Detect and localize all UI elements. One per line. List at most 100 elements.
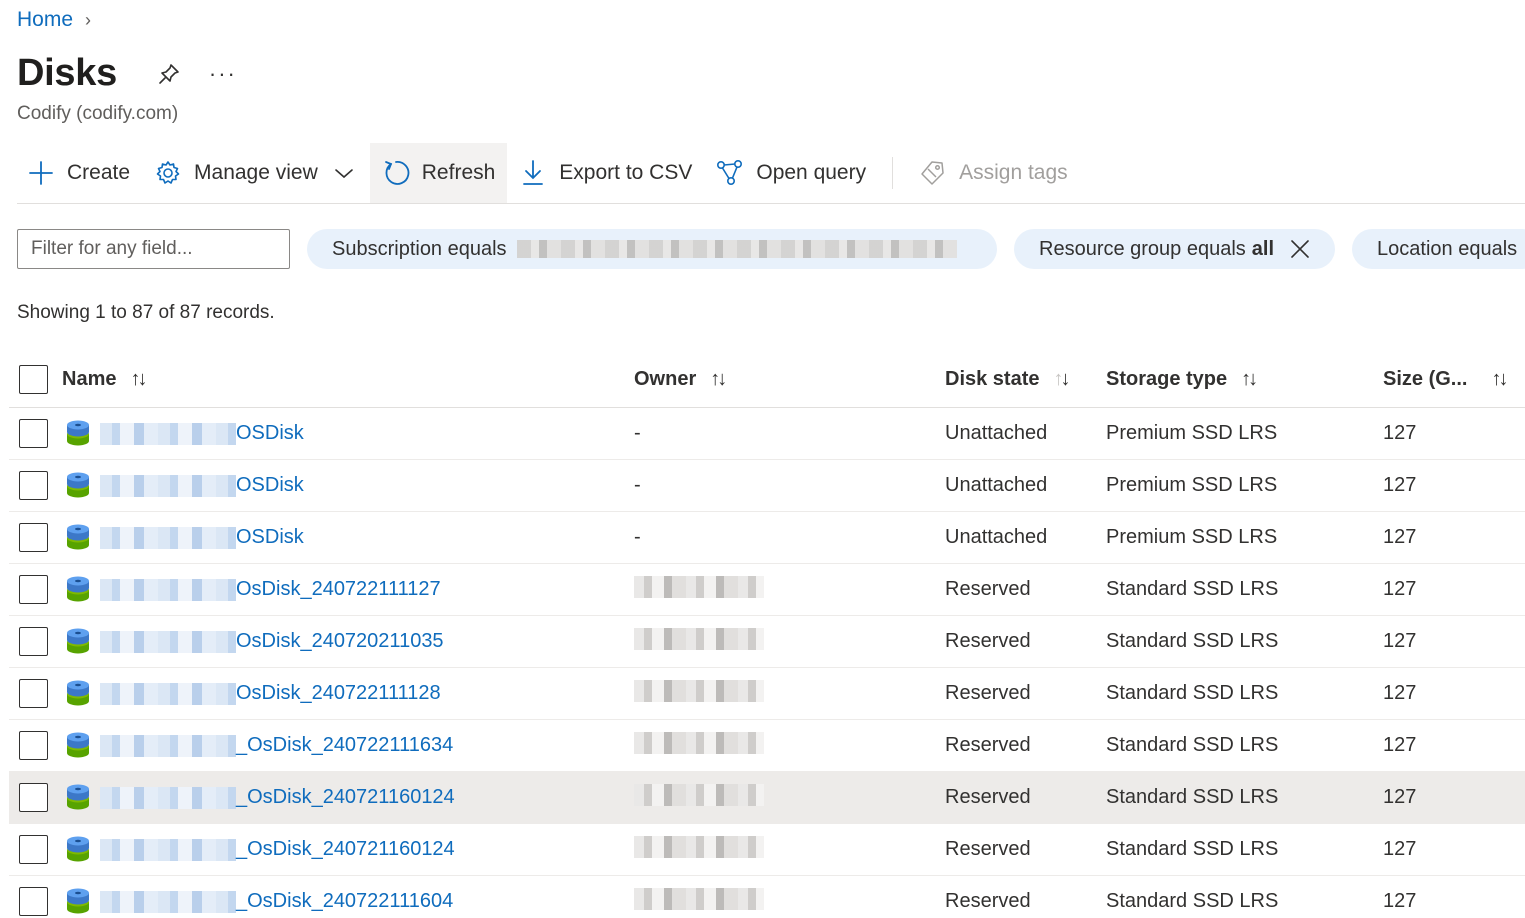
storage-type-cell: Standard SSD LRS [1106,630,1279,652]
column-header-disk-state[interactable]: Disk state ↑↓ [945,368,1071,391]
records-count: Showing 1 to 87 of 87 records. [17,302,275,323]
disk-name-link[interactable]: _OsDisk_240721160124 [236,786,455,809]
disk-icon [64,420,92,448]
disk-icon [64,472,92,500]
size-cell: 127 [1383,578,1417,600]
refresh-button[interactable]: Refresh [369,143,508,203]
pin-icon[interactable] [155,60,183,88]
disk-name-link[interactable]: _OsDisk_240721160124 [236,838,455,861]
column-header-name[interactable]: Name ↑↓ [62,368,147,391]
disk-name-link[interactable]: OsDisk_240720211035 [236,630,444,653]
disk-name-link[interactable]: OSDisk [236,526,304,549]
assign-tags-button[interactable]: Assign tags [907,143,1080,203]
size-cell: 127 [1383,890,1417,912]
sort-icon[interactable]: ↑↓ [1241,368,1258,391]
command-bar: Create Manage view Refresh Export to CSV… [17,143,1525,204]
disk-name-link[interactable]: OsDisk_240722111128 [236,682,441,705]
storage-type-cell: Standard SSD LRS [1106,786,1279,808]
chevron-down-icon [330,159,358,187]
row-checkbox[interactable] [19,471,48,500]
table-row[interactable]: OsDisk_240722111128 Reserved Standard SSD … [9,668,1525,720]
more-icon[interactable]: ··· [209,62,237,85]
manage-view-button[interactable]: Manage view [142,143,370,203]
sort-icon[interactable]: ↑↓ [1054,368,1071,391]
open-query-button[interactable]: Open query [704,143,878,203]
manage-view-label: Manage view [194,161,318,184]
table-row[interactable]: _OsDisk_240721160124 Reserved Standard SSD… [9,824,1525,876]
plus-icon [27,159,55,187]
chevron-right-icon: › [85,9,92,30]
name-cell: OsDisk_240722111127 [64,576,441,604]
location-filter-pill[interactable]: Location equals [1352,229,1525,269]
table-row[interactable]: OSDisk - Unattached Premium SSD LRS 127 [9,460,1525,512]
name-redacted [100,526,236,549]
select-all-checkbox[interactable] [19,365,48,394]
column-header-storage-type[interactable]: Storage type ↑↓ [1106,368,1258,391]
owner-redacted [634,731,764,754]
column-header-size[interactable]: Size (G... ↑↓ [1383,368,1508,391]
disk-name-link[interactable]: _OsDisk_240722111634 [236,734,453,757]
storage-type-cell: Standard SSD LRS [1106,682,1279,704]
create-label: Create [67,161,131,184]
close-icon[interactable] [1290,239,1310,259]
resource-group-filter-value: all [1251,237,1275,260]
disk-name-link[interactable]: OsDisk_240722111127 [236,578,441,601]
owner-redacted [634,627,764,650]
disk-name-link[interactable]: OSDisk [236,474,304,497]
location-filter-label: Location equals [1377,237,1518,260]
table-row[interactable]: OsDisk_240720211035 Reserved Standard SSD … [9,616,1525,668]
row-checkbox[interactable] [19,783,48,812]
sort-icon[interactable]: ↑↓ [130,368,147,391]
breadcrumb-home-link[interactable]: Home [17,8,73,32]
filter-input[interactable] [17,229,290,269]
name-redacted [100,474,236,497]
table-row[interactable]: _OsDisk_240722111634 Reserved Standard SSD… [9,720,1525,772]
disk-name-link[interactable]: _OsDisk_240722111604 [236,890,453,913]
export-csv-button[interactable]: Export to CSV [507,143,704,203]
name-redacted [100,786,236,809]
title-row: Disks ··· [17,52,237,95]
table-row[interactable]: OsDisk_240722111127 Reserved Standard SSD … [9,564,1525,616]
storage-type-cell: Standard SSD LRS [1106,890,1279,912]
resource-group-filter-pill[interactable]: Resource group equals all [1014,229,1336,269]
create-button[interactable]: Create [17,143,142,203]
row-checkbox[interactable] [19,887,48,916]
table-row[interactable]: _OsDisk_240721160124 Reserved Standard SSD… [9,772,1525,824]
disk-name-link[interactable]: OSDisk [236,422,304,445]
owner-redacted [634,835,764,858]
sort-icon[interactable]: ↑↓ [710,368,727,391]
sort-icon[interactable]: ↑↓ [1491,368,1508,391]
name-redacted [100,422,236,445]
page-title: Disks [17,52,117,94]
name-redacted [100,890,236,913]
row-checkbox[interactable] [19,835,48,864]
row-checkbox[interactable] [19,679,48,708]
subscription-filter-pill[interactable]: Subscription equals [307,229,997,269]
owner-cell [634,783,764,812]
name-redacted [100,838,236,861]
row-checkbox[interactable] [19,575,48,604]
open-query-label: Open query [756,161,867,184]
storage-type-cell: Premium SSD LRS [1106,526,1278,548]
table-row[interactable]: OSDisk - Unattached Premium SSD LRS 127 [9,408,1525,460]
disk-icon [64,732,92,760]
row-checkbox[interactable] [19,523,48,552]
owner-cell [634,731,764,760]
disk-icon [64,836,92,864]
table-row[interactable]: OSDisk - Unattached Premium SSD LRS 127 [9,512,1525,564]
name-cell: _OsDisk_240722111634 [64,732,453,760]
row-checkbox[interactable] [19,627,48,656]
disks-table: Name ↑↓ Owner ↑↓ Disk state ↑↓ Storage t… [9,352,1525,918]
owner-redacted [634,575,764,598]
row-checkbox[interactable] [19,419,48,448]
table-row[interactable]: _OsDisk_240722111604 Reserved Standard SSD… [9,876,1525,918]
column-header-owner[interactable]: Owner ↑↓ [634,368,727,391]
name-cell: OsDisk_240720211035 [64,628,444,656]
subscription-value-redacted [516,240,957,258]
row-checkbox[interactable] [19,731,48,760]
refresh-label: Refresh [421,161,496,184]
assign-tags-label: Assign tags [959,161,1068,184]
disk-state-cell: Reserved [945,578,1031,600]
name-redacted [100,578,236,601]
disk-icon [64,784,92,812]
